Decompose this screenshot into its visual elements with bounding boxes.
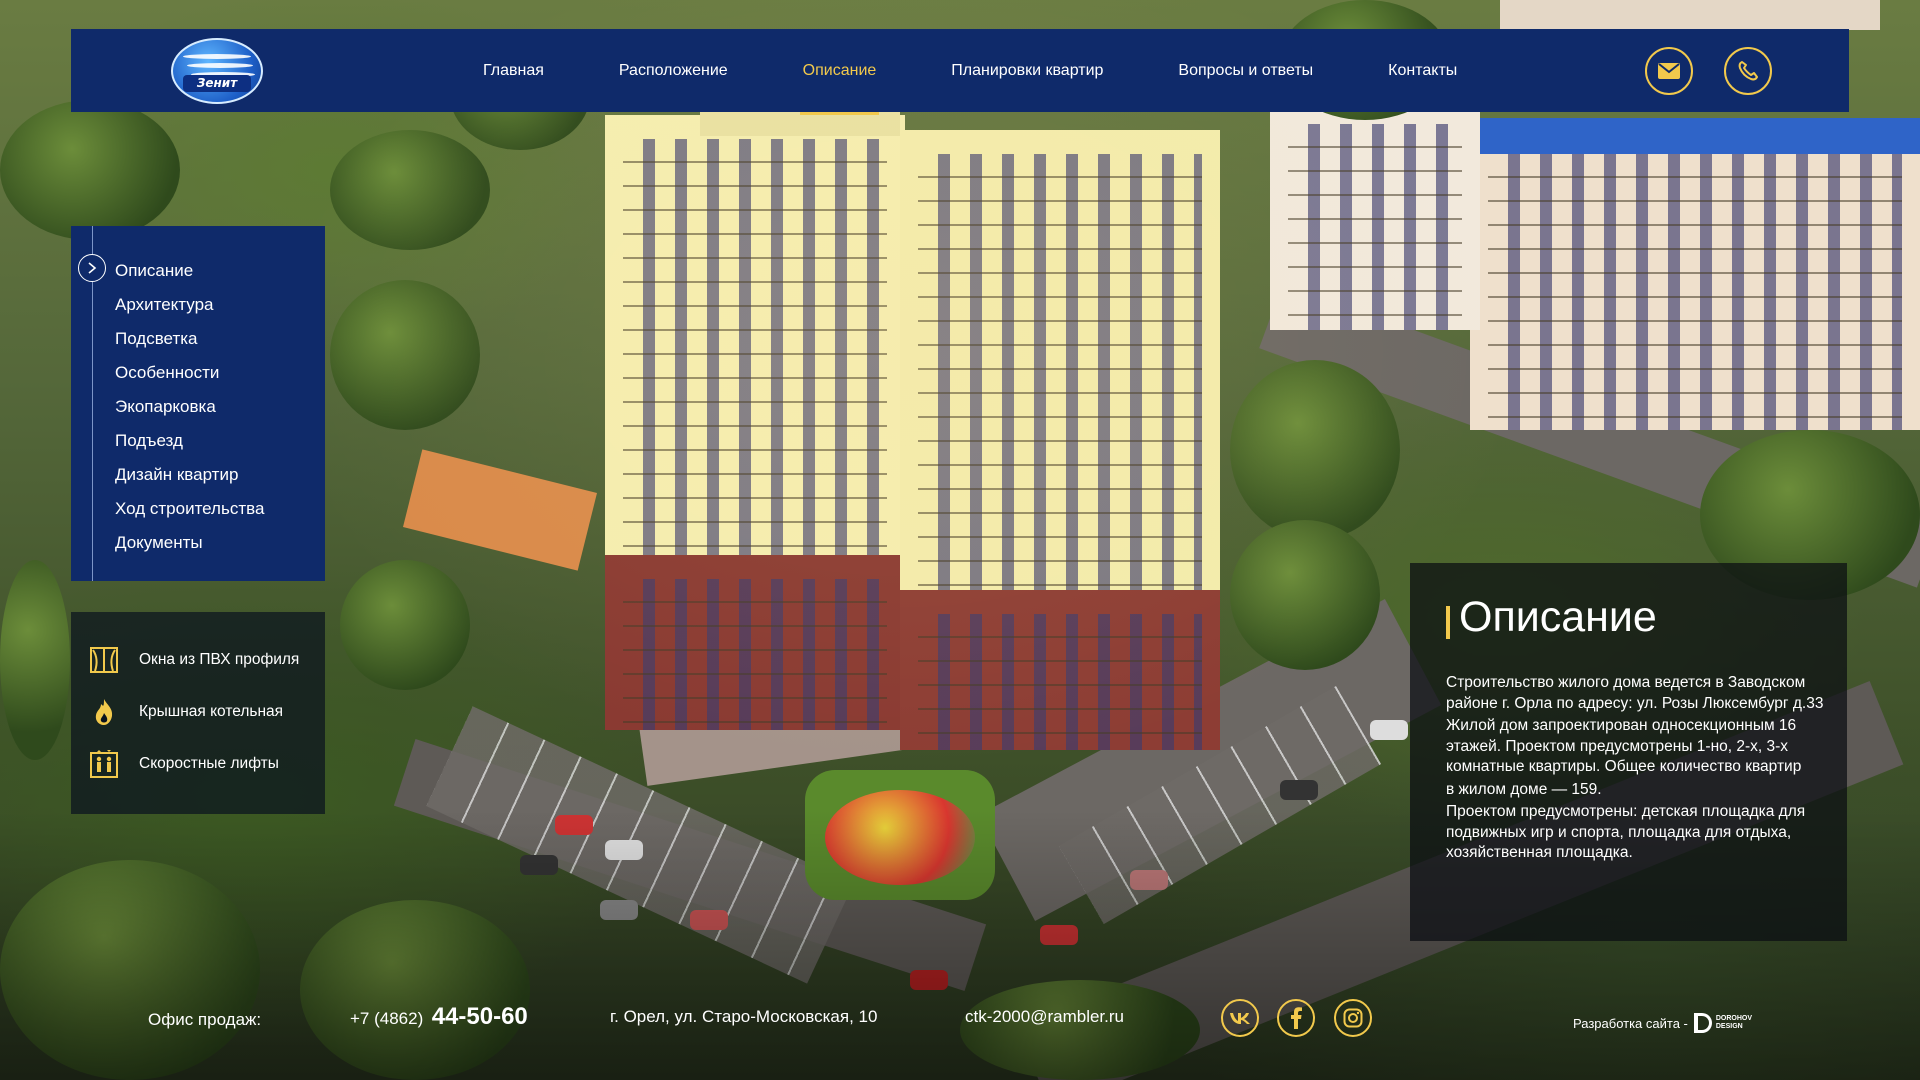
vk-link[interactable] — [1221, 999, 1259, 1037]
developer-brand-line1: DOROHOV — [1715, 1015, 1753, 1022]
office-address: г. Орел, ул. Старо-Московская, 10 — [610, 1007, 878, 1026]
logo-text: Зенит — [183, 75, 251, 92]
active-item-marker — [78, 254, 106, 282]
email-button[interactable] — [1645, 47, 1693, 95]
submenu-item-construction-progress[interactable]: Ход строительства — [115, 492, 264, 526]
facebook-link[interactable] — [1277, 999, 1315, 1037]
facebook-icon — [1291, 1007, 1302, 1029]
description-body: Строительство жилого дома ведется в Заво… — [1446, 673, 1826, 866]
submenu-item-apartment-design[interactable]: Дизайн квартир — [115, 458, 264, 492]
nav-item-floor-plans[interactable]: Планировки квартир — [951, 29, 1103, 112]
submenu-item-entrance[interactable]: Подъезд — [115, 424, 264, 458]
submenu-item-lighting[interactable]: Подсветка — [115, 322, 264, 356]
feature-label: Скоростные лифты — [139, 755, 279, 772]
feature-roof-boiler: Крышная котельная — [89, 694, 283, 730]
phone-icon — [1738, 61, 1758, 81]
submenu-item-architecture[interactable]: Архитектура — [115, 288, 264, 322]
description-submenu: Описание Архитектура Подсветка Особеннос… — [71, 226, 325, 581]
description-paragraph: Проектом предусмотрены: детская площадка… — [1446, 803, 1806, 861]
nav-item-contacts[interactable]: Контакты — [1388, 29, 1457, 112]
phone-number: 44-50-60 — [431, 1003, 528, 1030]
envelope-icon — [1658, 63, 1680, 79]
sales-office-label: Офис продаж: — [148, 1010, 262, 1029]
feature-label: Окна из ПВХ профиля — [139, 651, 300, 668]
submenu-item-description[interactable]: Описание — [115, 254, 264, 288]
submenu-item-features[interactable]: Особенности — [115, 356, 264, 390]
main-nav: Главная Расположение Описание Планировки… — [483, 29, 1532, 115]
window-icon — [89, 645, 119, 675]
description-paragraph: Строительство жилого дома ведется в Заво… — [1446, 674, 1824, 712]
vk-icon — [1230, 1013, 1250, 1024]
instagram-link[interactable] — [1334, 999, 1372, 1037]
top-navigation-bar: Зенит Главная Расположение Описание План… — [71, 29, 1849, 115]
description-paragraph: в жилом доме — 159. — [1446, 780, 1602, 798]
nav-item-location[interactable]: Расположение — [619, 29, 728, 112]
description-title: Описание — [1459, 593, 1657, 641]
feature-label: Крышная котельная — [139, 703, 284, 720]
nav-item-description[interactable]: Описание — [799, 29, 879, 115]
nav-item-home[interactable]: Главная — [483, 29, 544, 112]
submenu-item-eco-parking[interactable]: Экопарковка — [115, 390, 264, 424]
zenit-logo[interactable]: Зенит — [171, 38, 263, 104]
nav-item-faq[interactable]: Вопросы и ответы — [1178, 29, 1313, 112]
feature-fast-elevators: Скоростные лифты — [89, 746, 279, 782]
instagram-icon — [1343, 1008, 1363, 1028]
flame-icon — [89, 697, 119, 727]
description-panel: Описание Строительство жилого дома ведет… — [1410, 563, 1847, 941]
feature-pvc-windows: Окна из ПВХ профиля — [89, 642, 299, 678]
contact-email-link[interactable]: ctk-2000@rambler.ru — [965, 1007, 1124, 1027]
elevator-icon — [89, 749, 119, 779]
sales-phone[interactable]: +7 (4862) 44-50-60 — [350, 1003, 528, 1031]
phone-prefix: +7 (4862) — [350, 1009, 424, 1028]
phone-button[interactable] — [1724, 47, 1772, 95]
developer-credit[interactable]: Разработка сайта - DOROHOV DESIGN — [1573, 1013, 1752, 1033]
dorohov-design-logo: DOROHOV DESIGN — [1693, 1013, 1753, 1033]
description-paragraph: Жилой дом запроектирован односекционным … — [1446, 717, 1802, 775]
developer-label: Разработка сайта - — [1573, 1015, 1688, 1031]
title-accent-bar — [1446, 606, 1450, 639]
chevron-right-icon — [88, 262, 97, 274]
developer-brand-line2: DESIGN — [1715, 1023, 1743, 1030]
submenu-item-documents[interactable]: Документы — [115, 526, 264, 560]
features-panel: Окна из ПВХ профиля Крышная котельная Ск… — [71, 612, 325, 814]
